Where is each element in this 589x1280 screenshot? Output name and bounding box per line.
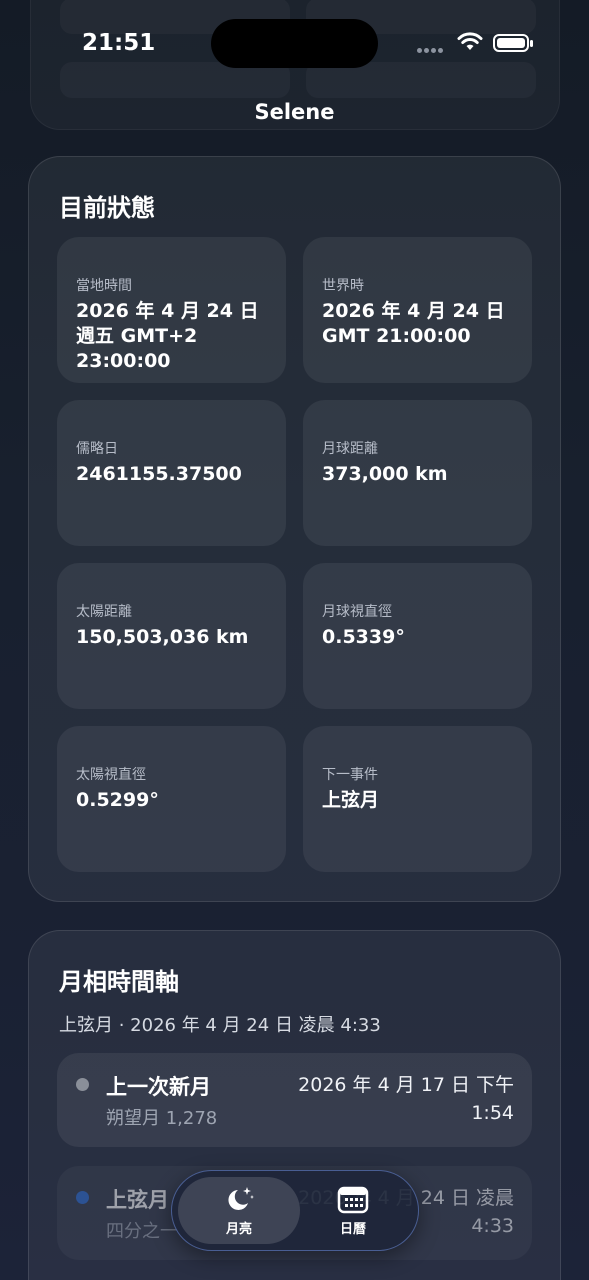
tile-next-event: 下一事件 上弦月 [303, 726, 532, 872]
event-detail: 朔望月 1,278 [106, 1108, 218, 1129]
moon-stars-icon [228, 1187, 254, 1210]
tile-value: 150,503,036 km [76, 626, 249, 648]
tile-label: 月球距離 [322, 441, 378, 457]
tile-value: 2026 年 4 月 24 日週五 GMT+2 23:00:00 [76, 300, 259, 372]
tile-value: 0.5299° [76, 789, 159, 811]
tile-label: 當地時間 [76, 278, 132, 294]
wifi-icon [457, 32, 483, 50]
battery-icon [493, 34, 533, 52]
status-time: 21:51 [82, 30, 156, 56]
tile-julian-day: 儒略日 2461155.37500 [57, 400, 286, 546]
tab-label: 月亮 [225, 1222, 252, 1237]
tab-calendar[interactable]: 日曆 [292, 1177, 414, 1244]
tile-label: 月球視直徑 [322, 604, 392, 620]
tile-universal-time: 世界時 2026 年 4 月 24 日 GMT 21:00:00 [303, 237, 532, 383]
current-state-card: 目前狀態 當地時間 2026 年 4 月 24 日週五 GMT+2 23:00:… [28, 156, 561, 902]
tab-moon[interactable]: 月亮 [178, 1177, 300, 1244]
tile-moon-apparent-diameter: 月球視直徑 0.5339° [303, 563, 532, 709]
tile-sun-distance: 太陽距離 150,503,036 km [57, 563, 286, 709]
tile-value: 上弦月 [322, 789, 380, 811]
timeline-event-row[interactable]: 上一次新月 朔望月 1,278 2026 年 4 月 17 日 下午 1:54 [57, 1053, 532, 1147]
tile-moon-distance: 月球距離 373,000 km [303, 400, 532, 546]
tile-label: 太陽視直徑 [76, 767, 146, 783]
event-name: 上一次新月 [106, 1075, 211, 1099]
event-name: 上弦月 [106, 1188, 169, 1212]
tab-label: 日曆 [339, 1222, 366, 1237]
dynamic-island [211, 19, 378, 68]
calendar-icon [337, 1186, 369, 1214]
tile-value: 2026 年 4 月 24 日 GMT 21:00:00 [322, 300, 505, 347]
tile-label: 儒略日 [76, 441, 118, 457]
tile-value: 0.5339° [322, 626, 405, 648]
cellular-signal-icon [417, 38, 445, 57]
current-state-title: 目前狀態 [59, 194, 155, 222]
event-detail: 四分之一 [106, 1221, 178, 1242]
tile-value: 373,000 km [322, 463, 448, 485]
event-dot [76, 1191, 89, 1204]
timeline-title: 月相時間軸 [59, 968, 179, 996]
tile-local-time: 當地時間 2026 年 4 月 24 日週五 GMT+2 23:00:00 [57, 237, 286, 383]
tile-value: 2461155.37500 [76, 463, 242, 485]
tile-label: 世界時 [322, 278, 364, 294]
nav-title: Selene [254, 100, 335, 124]
tile-label: 下一事件 [322, 767, 378, 783]
tile-sun-apparent-diameter: 太陽視直徑 0.5299° [57, 726, 286, 872]
event-dot [76, 1078, 89, 1091]
timeline-subtitle: 上弦月 · 2026 年 4 月 24 日 凌晨 4:33 [59, 1015, 381, 1036]
event-date: 2026 年 4 月 17 日 下午 1:54 [298, 1074, 514, 1124]
tile-label: 太陽距離 [76, 604, 132, 620]
status-bar: 21:51 [0, 0, 589, 90]
tab-bar: 月亮 日曆 [171, 1170, 419, 1251]
